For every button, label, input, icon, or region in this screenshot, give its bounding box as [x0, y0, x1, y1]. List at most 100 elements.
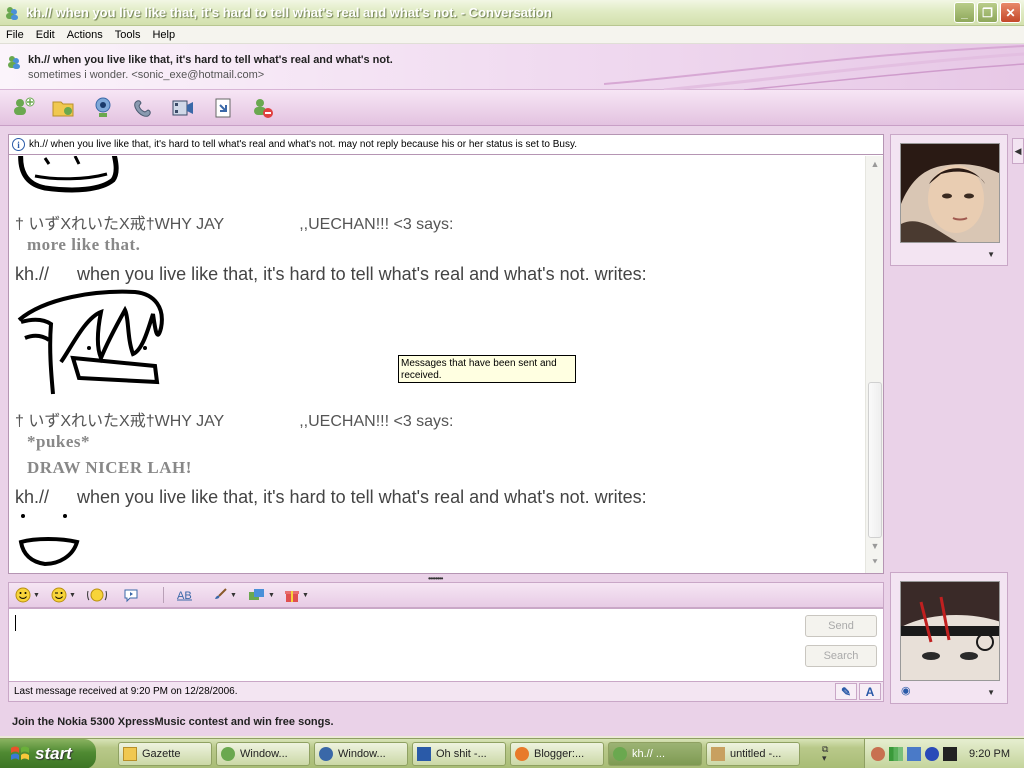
scroll-down-icon[interactable]: ▼ — [869, 540, 881, 552]
task-label: kh.// ... — [632, 748, 666, 760]
block-icon[interactable] — [250, 95, 276, 121]
send-files-icon[interactable] — [50, 95, 76, 121]
ink-drawing — [18, 156, 119, 193]
chevron-down-icon: ▼ — [302, 591, 309, 599]
taskbar-overflow-icon[interactable]: ⧉ ▾ — [822, 745, 828, 763]
contact-display-picture[interactable]: ▼ — [890, 134, 1008, 266]
share-icon[interactable] — [210, 95, 236, 121]
text-caret — [15, 615, 16, 631]
message-text: more like that. — [27, 235, 141, 254]
video-icon[interactable] — [170, 95, 196, 121]
ad-text[interactable]: Join the Nokia 5300 XpressMusic contest … — [12, 716, 334, 728]
voice-clip-icon — [124, 589, 138, 603]
history-scrollbar[interactable]: ▲ ▼ ⯆ — [865, 156, 883, 573]
system-tray: 9:20 PM — [864, 739, 1024, 768]
background-button[interactable]: ▼ — [212, 585, 240, 605]
task-media-player[interactable]: Window... — [314, 742, 408, 766]
scroll-up-icon[interactable]: ▲ — [869, 158, 881, 170]
media-player-icon — [319, 747, 333, 761]
start-button[interactable]: start — [0, 739, 96, 768]
windows-logo-icon — [11, 746, 29, 760]
task-label: Blogger:... — [534, 748, 585, 760]
search-button[interactable]: Search — [805, 645, 877, 667]
collapse-panel-button[interactable]: ◀ — [1012, 138, 1024, 164]
task-label: Gazette — [142, 748, 181, 760]
header-decoration — [604, 45, 1024, 90]
toolbar-separator — [163, 587, 164, 603]
emoticon-button[interactable]: ▼ — [15, 585, 43, 605]
chevron-down-icon: ▼ — [69, 591, 76, 599]
signal-icon — [889, 747, 903, 761]
task-label: untitled -... — [730, 748, 782, 760]
call-icon[interactable] — [130, 95, 156, 121]
close-button[interactable]: ✕ — [1000, 2, 1021, 23]
font-button[interactable]: AB — [176, 585, 204, 605]
action-toolbar — [0, 90, 1024, 126]
message-text: *pukes* — [27, 432, 91, 451]
task-label: Window... — [240, 748, 288, 760]
gift-icon — [285, 591, 299, 602]
messenger-icon — [613, 747, 627, 761]
task-messenger-window[interactable]: Window... — [216, 742, 310, 766]
sender-name: † いずXれいたX戒†WHY JAY — [15, 413, 225, 430]
writer-name: kh.// — [15, 487, 50, 507]
menu-edit[interactable]: Edit — [30, 29, 61, 41]
font-icon[interactable]: A — [859, 683, 881, 700]
wink-button[interactable]: ▼ — [51, 585, 79, 605]
activities-icon — [249, 589, 264, 600]
webcam-icon[interactable] — [90, 95, 116, 121]
webcam-icon[interactable]: ◉ — [901, 684, 911, 697]
scroll-end-icon[interactable]: ⯆ — [869, 556, 881, 568]
my-display-picture[interactable]: ◉ ▼ — [890, 572, 1008, 704]
scroll-thumb[interactable] — [868, 382, 882, 538]
chevron-down-icon: ▼ — [230, 591, 237, 599]
task-gazette[interactable]: Gazette — [118, 742, 212, 766]
smiley-icon — [15, 587, 31, 603]
chevron-down-icon[interactable]: ▼ — [987, 250, 995, 259]
minimize-button[interactable]: _ — [954, 2, 975, 23]
compose-toolbar: ▼ ▼ AB ▼ ▼ ▼ — [8, 582, 884, 608]
start-label: start — [35, 744, 72, 763]
taskbar: start Gazette Window... Window... Oh shi… — [0, 738, 1024, 768]
sender-nick: ,,UECHAN!!! <3 says: — [299, 216, 454, 233]
send-button[interactable]: Send — [805, 615, 877, 637]
word-icon — [417, 747, 431, 761]
task-conversation[interactable]: kh.// ... — [608, 742, 702, 766]
menu-actions[interactable]: Actions — [61, 29, 109, 41]
messenger-icon — [221, 747, 235, 761]
handwriting-icon[interactable]: ✎ — [835, 683, 857, 700]
expand-tray-icon[interactable] — [871, 747, 885, 761]
gift-button[interactable]: ▼ — [284, 585, 312, 605]
activities-button[interactable]: ▼ — [248, 585, 276, 605]
writer-nick: when you live like that, it's hard to te… — [77, 487, 647, 507]
folder-icon — [123, 747, 137, 761]
menu-help[interactable]: Help — [146, 29, 181, 41]
message-writer: kh.// when you live like that, it's hard … — [15, 264, 647, 285]
task-paint[interactable]: untitled -... — [706, 742, 800, 766]
writer-name: kh.// — [15, 264, 50, 284]
menu-tools[interactable]: Tools — [109, 29, 147, 41]
contact-name: kh.// when you live like that, it's hard… — [28, 54, 393, 66]
contact-avatar — [900, 143, 1000, 243]
invite-contact-icon[interactable] — [10, 95, 36, 121]
task-word-document[interactable]: Oh shit -... — [412, 742, 506, 766]
nudge-button[interactable] — [87, 585, 115, 605]
voice-clip-button[interactable] — [123, 585, 151, 605]
firefox-icon — [515, 747, 529, 761]
chevron-down-icon[interactable]: ▼ — [987, 688, 995, 697]
info-icon: i — [12, 138, 25, 151]
message-input[interactable]: Send Search — [8, 608, 884, 682]
message-sender: † いずXれいたX戒†WHY JAY ,,UECHAN!!! <3 says: — [15, 407, 454, 431]
maximize-button[interactable]: ❐ — [977, 2, 998, 23]
splitter-handle[interactable]: •••••••• — [428, 574, 462, 583]
busy-notice: i kh.// when you live like that, it's ha… — [9, 135, 883, 155]
messenger-tray-icon — [943, 747, 957, 761]
contact-status-icon — [8, 56, 20, 69]
bluetooth-icon — [925, 747, 939, 761]
ink-drawing — [18, 514, 80, 567]
menu-file[interactable]: File — [0, 29, 30, 41]
task-firefox[interactable]: Blogger:... — [510, 742, 604, 766]
chevron-down-icon: ▼ — [268, 591, 275, 599]
conversation-history: i kh.// when you live like that, it's ha… — [8, 134, 884, 574]
paint-icon — [711, 747, 725, 761]
